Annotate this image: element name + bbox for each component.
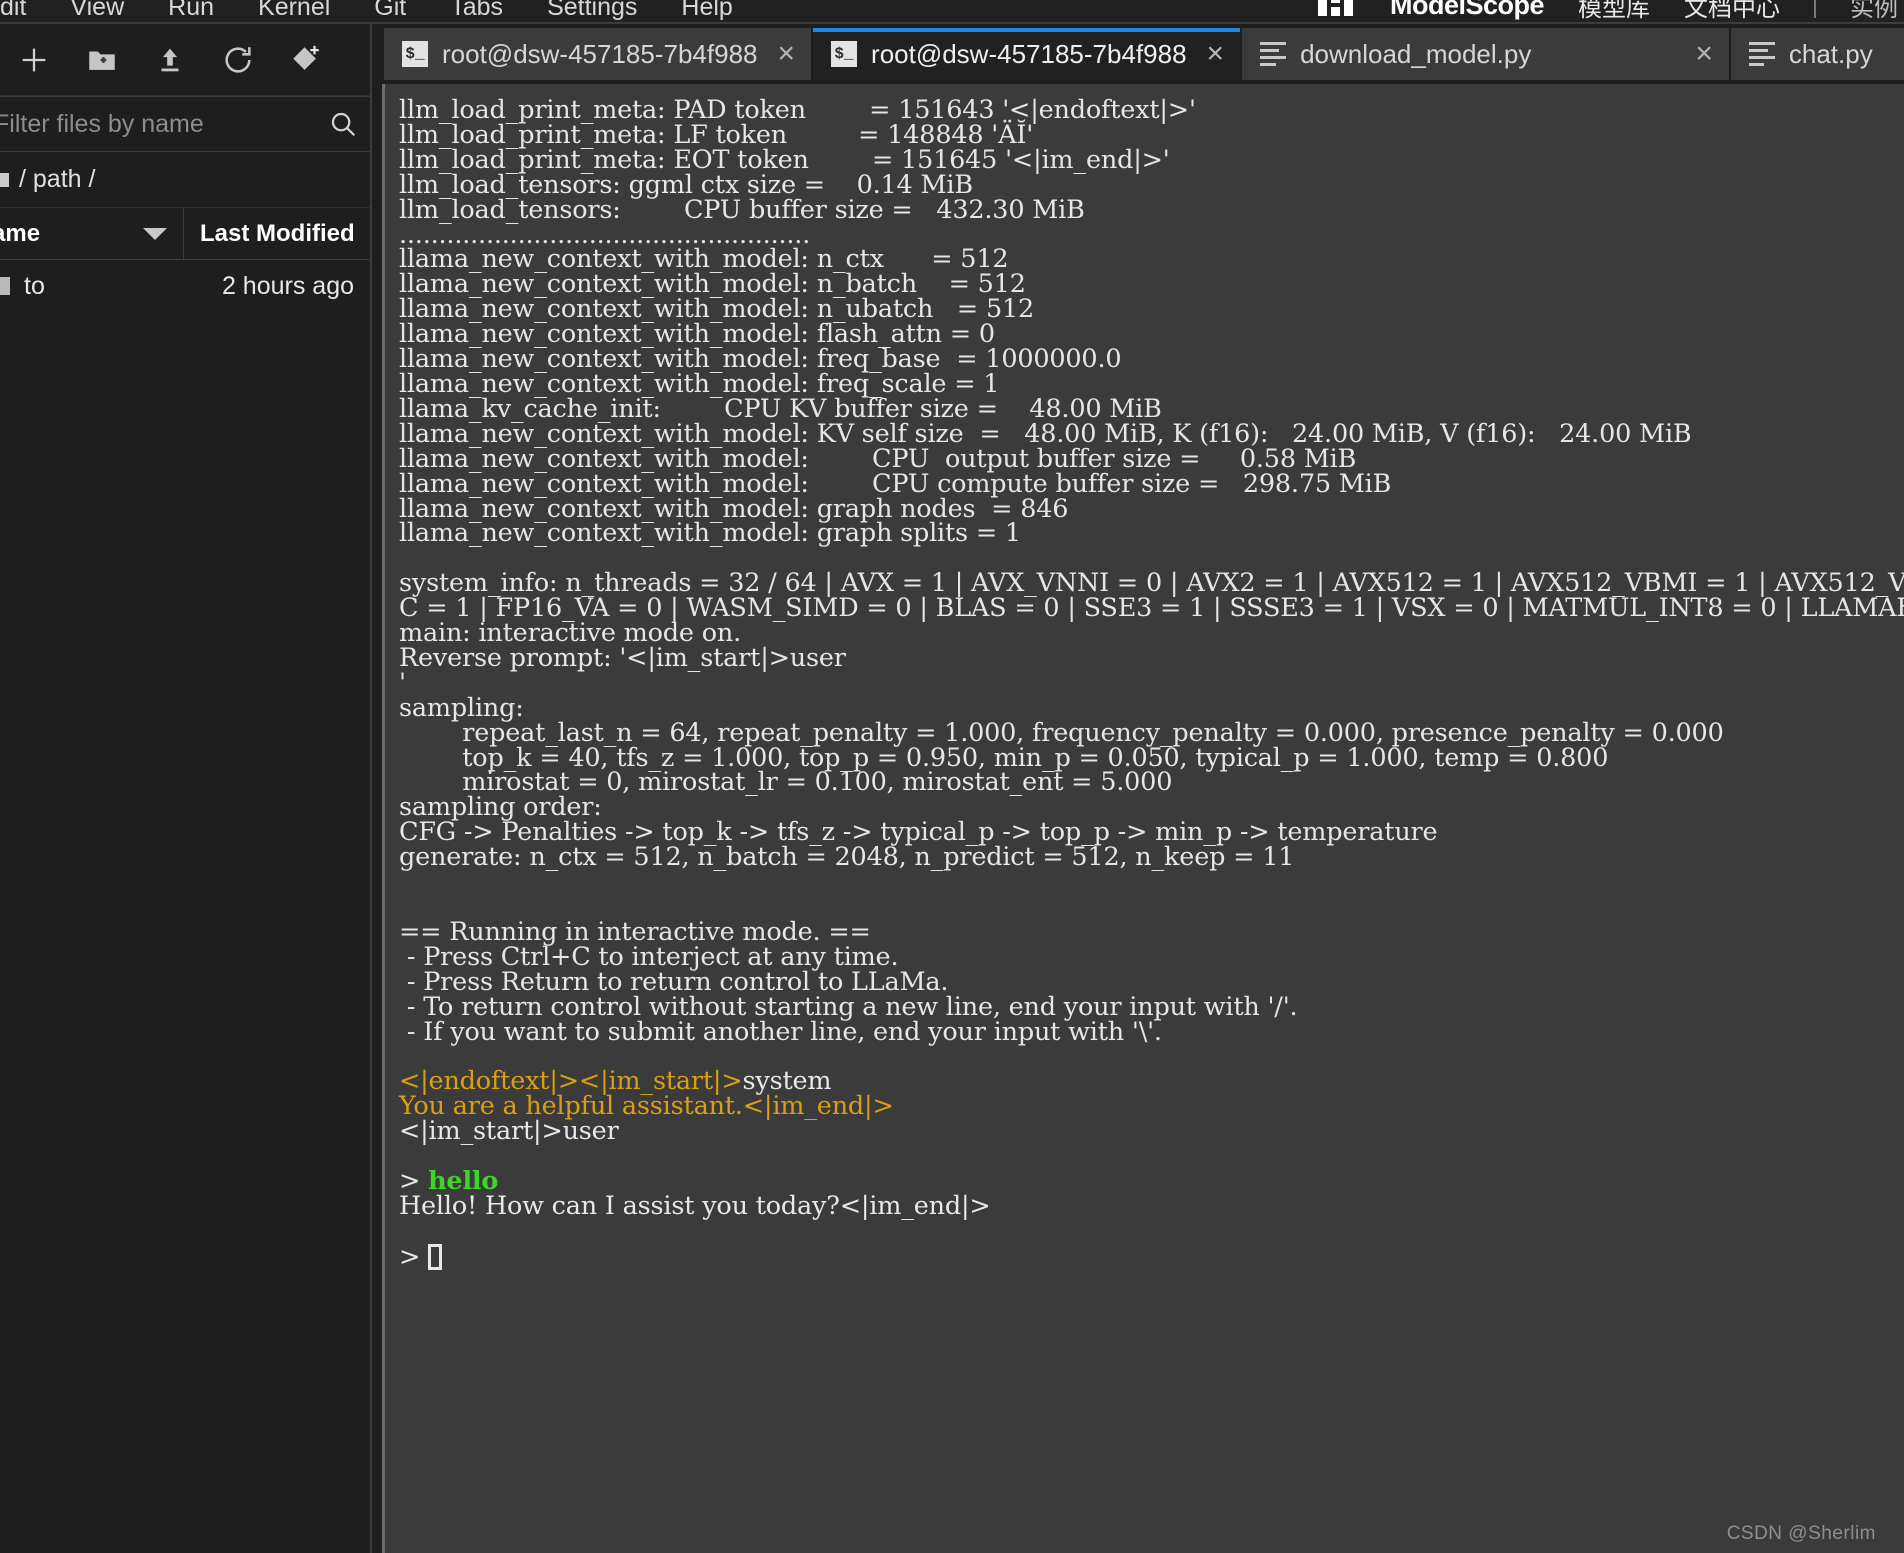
close-icon[interactable]: × [1207, 39, 1225, 69]
terminal-cursor [428, 1243, 443, 1270]
breadcrumb-path: / path / [19, 165, 96, 193]
search-icon[interactable] [316, 109, 370, 139]
list-item[interactable]: to 2 hours ago [0, 260, 370, 312]
column-header-name[interactable]: ame [0, 208, 184, 259]
jupyterlab-window: dit View Run Kernel Git Tabs Settings He… [0, 0, 1904, 1553]
brand-name: ModelScope [1389, 0, 1545, 20]
file-list-header: ame Last Modified [0, 208, 370, 260]
terminal-line: <|im_start|>user [399, 1116, 1904, 1147]
terminal-icon: $_ [831, 41, 858, 67]
file-browser-panel: / path / ame Last Modified to 2 hours ag… [0, 24, 372, 1553]
column-header-name-label: ame [0, 219, 41, 247]
tab-label: download_model.py [1300, 38, 1532, 69]
brand-bar: ModelScope 模型库 文档中心 实例 [1317, 0, 1904, 23]
terminal-line: llama_new_context_with_model: graph spli… [399, 518, 1021, 549]
tab-download-model-py[interactable]: download_model.py × [1242, 28, 1731, 80]
menu-item-view[interactable]: View [48, 0, 146, 24]
watermark: CSDN @Sherlim [1726, 1523, 1876, 1544]
new-git-icon[interactable] [272, 30, 340, 90]
filter-files-input[interactable] [0, 109, 316, 139]
brand-link-instance[interactable]: 实例 [1850, 0, 1898, 23]
tab-bar: $_ root@dsw-457185-7b4f988 × $_ root@dsw… [374, 24, 1904, 80]
terminal-line: Hello! How can I assist you today?<|im_e… [399, 1190, 1904, 1221]
modelscope-logo-icon [1317, 0, 1380, 18]
terminal-line: llm_load_print_meta: EOT token = 151645 … [399, 144, 1170, 175]
tab-label: root@dsw-457185-7b4f988 [871, 38, 1187, 69]
prompt-symbol: > [399, 1241, 429, 1272]
menu-item-tabs[interactable]: Tabs [428, 0, 525, 24]
terminal-line: You are a helpful assistant.<|im_end|> [399, 1091, 1904, 1122]
menu-item-edit[interactable]: dit [0, 0, 48, 24]
file-icon [0, 277, 10, 295]
tab-terminal-1[interactable]: $_ root@dsw-457185-7b4f988 × [384, 28, 814, 80]
brand-divider [1814, 0, 1816, 18]
terminal-panel[interactable]: llm_load_print_meta: PAD token = 151643 … [382, 84, 1904, 1553]
assistant-end-token: <|im_end|> [839, 1190, 991, 1221]
breadcrumb[interactable]: / path / [0, 152, 370, 208]
terminal-line: - To return control without starting a n… [399, 991, 1298, 1022]
terminal-output[interactable]: llm_load_print_meta: PAD token = 151643 … [385, 84, 1904, 1553]
menu-item-run[interactable]: Run [146, 0, 236, 24]
refresh-icon[interactable] [204, 30, 272, 90]
new-folder-icon[interactable] [68, 30, 136, 90]
file-name-cell: to [0, 272, 184, 301]
terminal-line: llama_new_context_with_model: CPU output… [399, 443, 1357, 474]
terminal-line: repeat_last_n = 64, repeat_penalty = 1.0… [399, 717, 1724, 748]
terminal-line: ' [399, 667, 406, 698]
close-icon[interactable]: × [778, 39, 796, 69]
terminal-line: Reverse prompt: '<|im_start|>user [399, 642, 846, 673]
tab-chat-py[interactable]: chat.py [1730, 28, 1904, 80]
top-strip: dit View Run Kernel Git Tabs Settings He… [0, 0, 1904, 24]
tab-terminal-2[interactable]: $_ root@dsw-457185-7b4f988 × [813, 28, 1243, 80]
chat-user-start-token: <|im_start|> [399, 1116, 563, 1147]
file-filter-row [0, 96, 370, 152]
file-modified-label: 2 hours ago [221, 271, 354, 300]
close-icon[interactable]: × [1695, 39, 1713, 69]
chat-system-end-token: <|im_end|> [742, 1091, 894, 1122]
menu-item-kernel[interactable]: Kernel [236, 0, 352, 24]
upload-icon[interactable] [136, 30, 204, 90]
new-launcher-icon[interactable] [0, 30, 68, 90]
terminal-line: - Press Ctrl+C to interject at any time. [399, 941, 899, 972]
tab-label: chat.py [1788, 38, 1873, 69]
file-name-label: to [24, 271, 45, 300]
terminal-icon: $_ [402, 41, 428, 67]
file-code-icon [1260, 41, 1287, 67]
terminal-line: llm_load_tensors: CPU buffer size = 432.… [399, 194, 1085, 225]
column-header-last-modified[interactable]: Last Modified [184, 220, 370, 248]
terminal-line: sampling: [399, 692, 524, 723]
terminal-line: - Press Return to return control to LLaM… [399, 966, 949, 997]
menu-item-help[interactable]: Help [659, 0, 754, 24]
chat-user-role: user [562, 1116, 619, 1147]
terminal-line: - If you want to submit another line, en… [399, 1016, 1162, 1047]
home-icon [0, 172, 9, 187]
brand-link-models[interactable]: 模型库 [1578, 0, 1650, 23]
menu-bar: dit View Run Kernel Git Tabs Settings He… [0, 0, 755, 24]
terminal-line: generate: n_ctx = 512, n_batch = 2048, n… [399, 842, 1295, 873]
terminal-line: llm_load_tensors: ggml ctx size = 0.14 M… [399, 169, 973, 200]
menu-item-git[interactable]: Git [352, 0, 428, 24]
tab-label: root@dsw-457185-7b4f988 [442, 38, 758, 69]
assistant-reply-text: Hello! How can I assist you today? [399, 1190, 840, 1221]
terminal-line: llama_new_context_with_model: KV self si… [399, 418, 1692, 449]
menu-item-settings[interactable]: Settings [525, 0, 659, 24]
terminal-line: llama_new_context_with_model: CPU comput… [399, 468, 1392, 499]
file-browser-toolbar [0, 24, 370, 96]
terminal-line: mirostat = 0, mirostat_lr = 0.100, miros… [399, 767, 1173, 798]
brand-link-docs[interactable]: 文档中心 [1684, 0, 1780, 23]
main-dock: $_ root@dsw-457185-7b4f988 × $_ root@dsw… [374, 24, 1904, 1553]
chevron-down-icon [143, 227, 167, 240]
file-code-icon [1748, 41, 1775, 67]
terminal-line: > [399, 1241, 1904, 1272]
